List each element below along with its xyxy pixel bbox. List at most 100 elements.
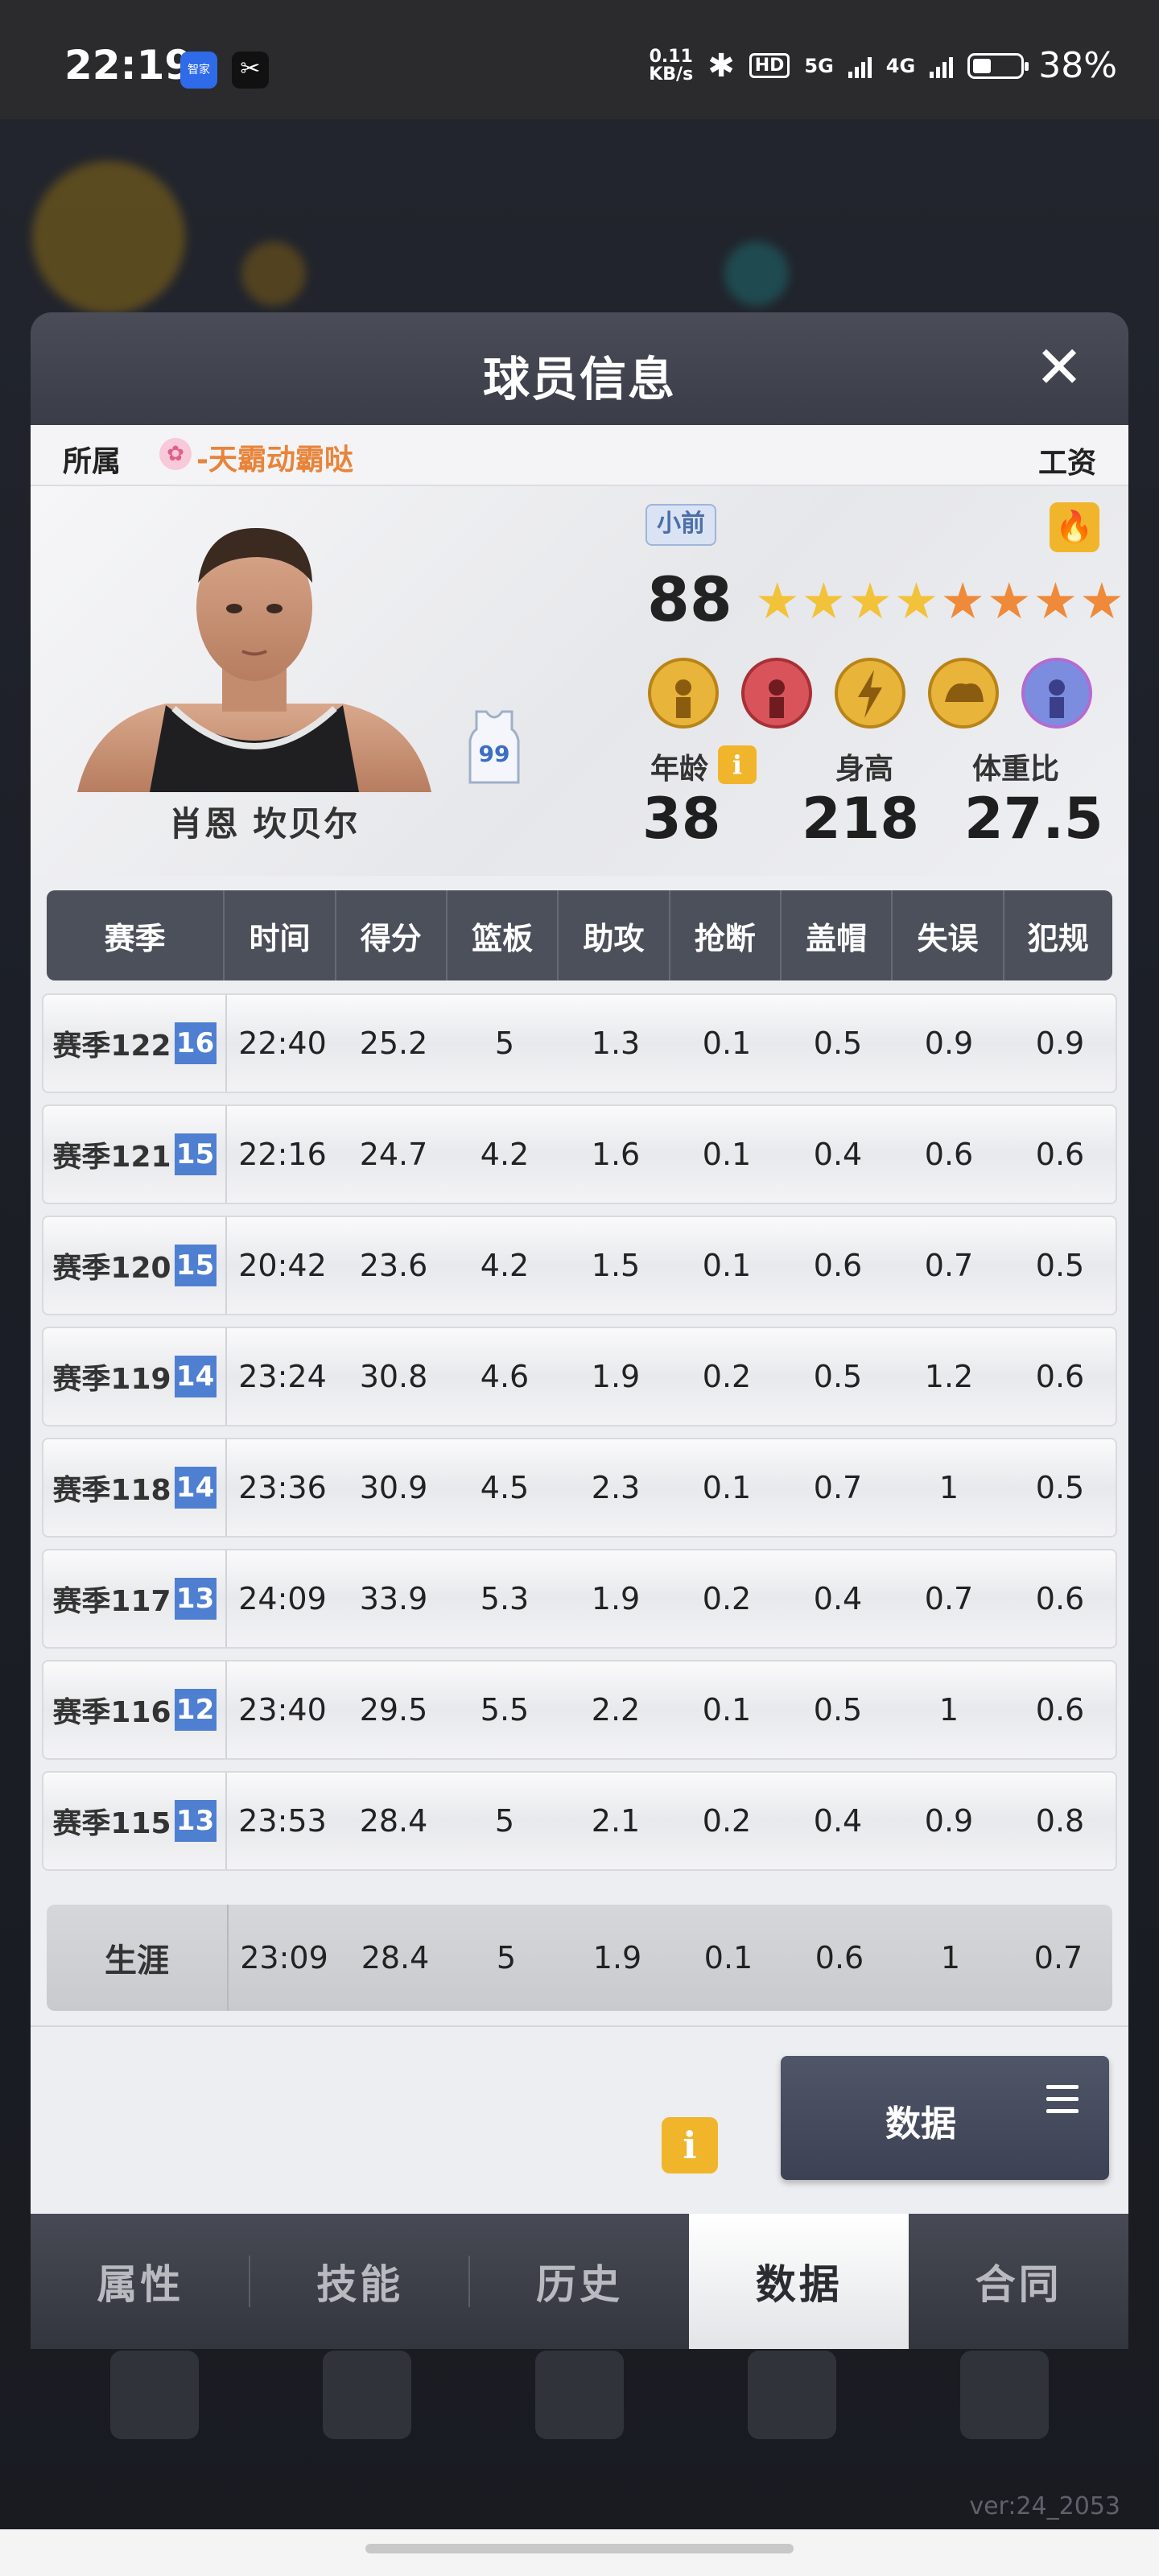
cell-blocks: 0.5 — [813, 1026, 863, 1061]
table-row: 赛季119 14 23:24 30.8 4.6 1.9 0.2 0.5 1.2 0… — [42, 1327, 1117, 1426]
table-row: 赛季117 13 24:09 33.9 5.3 1.9 0.2 0.4 0.7 0… — [42, 1549, 1117, 1649]
cell-assists: 2.2 — [591, 1692, 641, 1728]
header-assists: 助攻 — [559, 890, 670, 980]
tab-history[interactable]: 历史 — [470, 2214, 690, 2349]
info-icon[interactable]: i — [662, 2117, 718, 2174]
cell-rebounds: 4.5 — [480, 1470, 530, 1505]
season-cell: 赛季121 15 — [43, 1106, 227, 1203]
cell-time: 23:36 — [238, 1470, 327, 1505]
home-indicator[interactable] — [365, 2544, 794, 2553]
flower-icon: ✿ — [159, 438, 192, 470]
menu-icon — [1046, 2085, 1079, 2114]
owner-row: 所属 ✿ -天霸动霸哒 工资 — [31, 425, 1128, 486]
stats-table-rows[interactable]: 赛季122 16 22:40 25.2 5 1.3 0.1 0.5 0.9 0.9… — [42, 993, 1117, 1893]
battery-icon — [967, 52, 1029, 79]
star-icon: ★ — [986, 572, 1032, 630]
version-label: ver:24_2053 — [969, 2492, 1120, 2520]
season-cell: 赛季119 14 — [43, 1328, 227, 1425]
tab-skills[interactable]: 技能 — [250, 2214, 470, 2349]
career-assists: 1.9 — [592, 1940, 642, 1975]
cell-steals: 0.2 — [702, 1803, 752, 1839]
season-badge: 14 — [174, 1467, 217, 1509]
cell-fouls: 0.6 — [1035, 1581, 1085, 1616]
cell-assists: 1.3 — [591, 1026, 641, 1061]
star-icon: ★ — [1079, 572, 1124, 630]
cell-fouls: 0.6 — [1035, 1692, 1085, 1728]
cell-points: 30.9 — [359, 1470, 428, 1505]
season-cell: 赛季116 12 — [43, 1662, 227, 1758]
cell-rebounds: 5 — [494, 1026, 515, 1061]
cell-points: 24.7 — [359, 1137, 428, 1172]
cell-assists: 1.9 — [591, 1359, 641, 1394]
cell-points: 23.6 — [359, 1248, 428, 1283]
star-rating: ★ ★ ★ ★ ★ ★ ★ ★ — [755, 576, 1124, 626]
season-cell: 赛季122 16 — [43, 995, 227, 1092]
tab-contract[interactable]: 合同 — [909, 2214, 1128, 2349]
cell-steals: 0.2 — [702, 1581, 752, 1616]
weight-ratio-label: 体重比 — [972, 753, 1060, 786]
network-speed: 0.11 KB/s — [649, 46, 694, 85]
5g-label: 5G — [804, 54, 834, 77]
table-row: 赛季118 14 23:36 30.9 4.5 2.3 0.1 0.7 1 0.5 — [42, 1438, 1117, 1538]
season-cell: 赛季118 14 — [43, 1439, 227, 1536]
cell-fouls: 0.6 — [1035, 1359, 1085, 1394]
blurred-avatar — [32, 161, 185, 314]
owner-team-name[interactable]: -天霸动霸哒 — [196, 436, 353, 478]
header-time: 时间 — [225, 890, 336, 980]
tab-attributes[interactable]: 属性 — [31, 2214, 250, 2349]
star-icon: ★ — [801, 572, 847, 630]
cell-steals: 0.1 — [702, 1137, 752, 1172]
cell-turnovers: 1 — [938, 1470, 959, 1505]
height-value: 218 — [802, 786, 920, 852]
cell-assists: 1.6 — [591, 1137, 641, 1172]
data-menu-button[interactable]: 数据 — [781, 2056, 1109, 2180]
signal-bars-icon-2 — [930, 54, 954, 78]
career-steals: 0.1 — [703, 1940, 753, 1975]
header-season: 赛季 — [47, 890, 225, 980]
career-time: 23:09 — [240, 1940, 328, 1975]
star-icon: ★ — [940, 572, 985, 630]
header-fouls: 犯规 — [1027, 920, 1089, 956]
modal-footer: i 数据 — [31, 2025, 1128, 2215]
cell-points: 25.2 — [359, 1026, 428, 1061]
info-icon[interactable]: i — [718, 745, 757, 784]
fire-icon[interactable]: 🔥 — [1050, 502, 1099, 552]
salary-label: 工资 — [1037, 447, 1096, 480]
cell-turnovers: 0.7 — [924, 1581, 974, 1616]
cell-time: 22:40 — [238, 1026, 327, 1061]
age-label: 年龄 — [650, 753, 709, 786]
battery-percent: 38% — [1038, 45, 1117, 86]
star-icon: ★ — [755, 572, 800, 630]
table-row: 赛季120 15 20:42 23.6 4.2 1.5 0.1 0.6 0.7 0… — [42, 1216, 1117, 1315]
career-label: 生涯 — [47, 1905, 229, 2011]
player-rating: 88 — [647, 564, 732, 635]
cell-steals: 0.1 — [702, 1692, 752, 1728]
career-points: 28.4 — [361, 1940, 430, 1975]
cell-turnovers: 1.2 — [924, 1359, 974, 1394]
cell-time: 23:40 — [238, 1692, 327, 1728]
speed-badge-icon[interactable] — [832, 655, 908, 731]
tab-data[interactable]: 数据 — [689, 2214, 909, 2349]
cell-rebounds: 5 — [494, 1803, 515, 1839]
weight-ratio-value: 27.5 — [964, 786, 1103, 852]
star-icon: ★ — [848, 572, 893, 630]
dribble-badge-icon[interactable] — [739, 655, 815, 731]
stats-table-header: 赛季 时间 得分 篮板 助攻 抢断 盖帽 失误 犯规 — [47, 890, 1112, 980]
shooting-badge-icon[interactable] — [645, 655, 721, 731]
cell-blocks: 0.6 — [813, 1248, 863, 1283]
cell-assists: 1.9 — [591, 1581, 641, 1616]
cell-rebounds: 5.3 — [480, 1581, 530, 1616]
season-badge: 15 — [174, 1245, 217, 1286]
defense-badge-icon[interactable] — [1019, 655, 1095, 731]
header-turnovers: 失误 — [893, 890, 1004, 980]
table-row: 赛季122 16 22:40 25.2 5 1.3 0.1 0.5 0.9 0.9 — [42, 993, 1117, 1093]
close-icon[interactable]: ✕ — [1032, 338, 1087, 396]
status-bar: 22:19 智家 ✂ 0.11 KB/s ✱ HD 5G 4G 38% — [0, 0, 1159, 119]
header-points: 得分 — [336, 890, 448, 980]
background-nav-icons — [48, 2351, 1111, 2487]
cell-rebounds: 5.5 — [480, 1692, 530, 1728]
cell-fouls: 0.5 — [1035, 1248, 1085, 1283]
season-cell: 赛季120 15 — [43, 1217, 227, 1314]
season-badge: 13 — [174, 1800, 217, 1842]
strength-badge-icon[interactable] — [926, 655, 1001, 731]
